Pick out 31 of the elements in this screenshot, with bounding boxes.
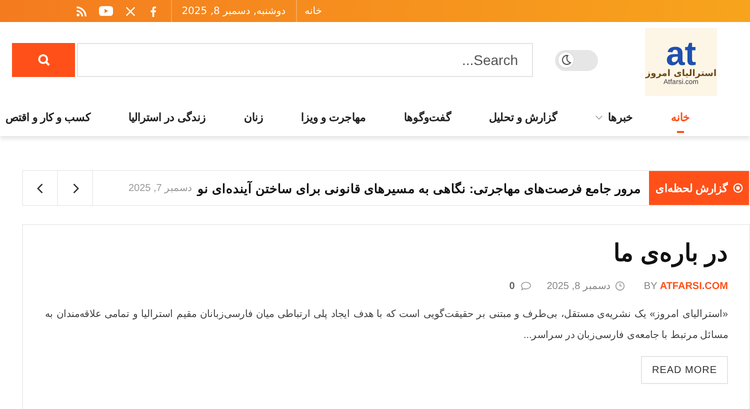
nav-item[interactable]: مهاجرت و ویزا — [300, 104, 366, 130]
search-field[interactable]: Search... — [77, 43, 533, 77]
rss-icon[interactable] — [76, 6, 87, 16]
target-icon — [732, 183, 743, 193]
post-excerpt: «استرالیای امروز» یک نشریه‌ی مستقل، بی‌طرف و مبتنی بر حقیقت‌گویی است که با هدف ایجاد پلی ارتباطی میان فارسی‌زبانان مقیم استرالیا و تمامی علاقه‌مندان به مسائل مرتبط با جامعه‌ی فارسی‌زبان در سراسر... — [45, 307, 728, 343]
caret-icon — [595, 114, 603, 120]
search-button[interactable] — [12, 43, 75, 77]
nav-item[interactable]: گفت‌وگوها — [404, 104, 451, 130]
comment-icon — [520, 281, 532, 291]
author-byline: BY ATFARSI.COM — [644, 280, 728, 292]
comment-count[interactable]: 0 — [509, 280, 515, 292]
post-title[interactable]: در باره‌ی ما — [614, 239, 728, 268]
chevron-left-icon — [36, 182, 44, 194]
moon-icon — [557, 51, 575, 69]
nav-item[interactable]: زنان — [244, 104, 263, 130]
dark-mode-toggle[interactable] — [555, 50, 598, 70]
nav-item[interactable]: زندگی در استرالیا — [128, 104, 206, 130]
nav-item[interactable]: خبرها — [595, 104, 633, 130]
current-date: دوشنبه, دسمبر 8, 2025 — [180, 6, 287, 16]
youtube-icon[interactable] — [98, 6, 113, 16]
post-date: دسمبر 8, 2025 — [546, 280, 610, 292]
ticker-headline[interactable]: مرور جامع فرصت‌های مهاجرتی: نگاهی به مسیرهای قانونی برای ساختن آینده‌ای نو — [198, 180, 641, 196]
nav-item[interactable]: کسب و کار و اقتص — [5, 104, 91, 130]
clock-icon — [614, 281, 625, 291]
chevron-right-icon — [72, 182, 78, 194]
search-icon — [36, 53, 50, 67]
read-more-button[interactable]: READ MORE — [641, 356, 728, 384]
x-icon[interactable] — [124, 6, 136, 16]
breaking-news-label: گزارش لحظه‌ای — [649, 171, 749, 205]
ticker-date: دسمبر 7, 2025 — [128, 182, 192, 194]
nav-item[interactable]: گزارش و تحلیل — [488, 104, 557, 130]
